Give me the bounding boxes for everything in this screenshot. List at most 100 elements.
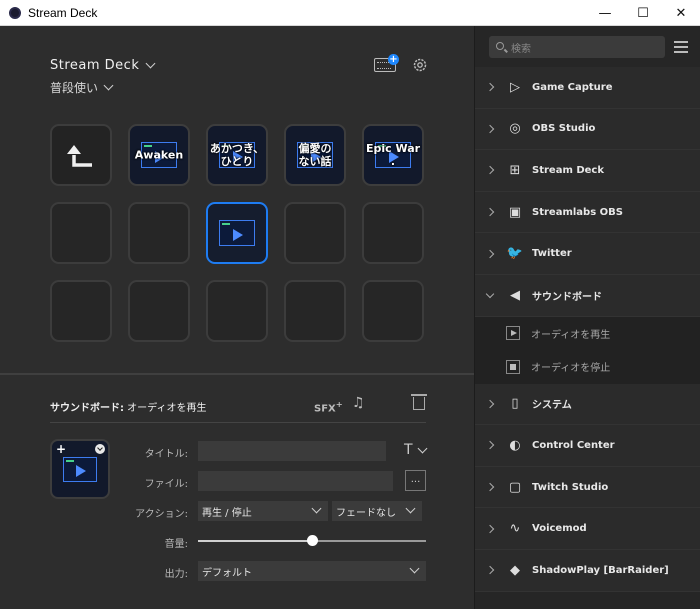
category-label: Streamlabs OBS: [532, 206, 623, 218]
canvas-area: Stream Deck 普段使い + Awaken あかつき、 ひとり 偏愛の ない…: [0, 26, 474, 373]
streamlabs-icon: ▣: [508, 204, 522, 220]
search-placeholder: 検索: [511, 44, 531, 55]
key-13[interactable]: [206, 280, 268, 342]
category-label: Voicemod: [532, 523, 587, 535]
action-select[interactable]: 再生 / 停止: [198, 501, 328, 521]
soundboard-icon: ◀: [510, 287, 520, 303]
search-icon: [496, 42, 504, 50]
maximize-button[interactable]: ☐: [624, 0, 662, 26]
key-5[interactable]: Epic War .: [362, 124, 424, 186]
game-capture-icon: ▷: [510, 79, 520, 95]
key-title: Epic War .: [365, 142, 421, 168]
category-label: Stream Deck: [532, 164, 605, 176]
key-grid: Awaken あかつき、 ひとり 偏愛の ない話 Epic War .: [50, 124, 424, 342]
chevron-down-icon[interactable]: [95, 444, 105, 454]
browse-button[interactable]: ...: [405, 470, 426, 491]
music-add-icon[interactable]: ♫: [352, 395, 365, 411]
search-input[interactable]: 検索: [489, 36, 665, 58]
profile-selector[interactable]: 普段使い: [50, 79, 114, 96]
file-input[interactable]: [198, 471, 393, 491]
category-twitter[interactable]: 🐦 Twitter: [475, 233, 700, 275]
stream-deck-icon: ⊞: [509, 162, 521, 178]
key-11[interactable]: [50, 280, 112, 342]
key-8[interactable]: [206, 202, 268, 264]
key-10[interactable]: [362, 202, 424, 264]
key-9[interactable]: [284, 202, 346, 264]
chevron-right-icon: [485, 249, 495, 258]
category-stream-deck[interactable]: ⊞ Stream Deck: [475, 150, 700, 192]
category-obs[interactable]: ◎ OBS Studio: [475, 108, 700, 151]
chevron-right-icon: [485, 441, 495, 450]
key-title: 偏愛の ない話: [298, 142, 332, 168]
action-item-label: オーディオを再生: [531, 329, 611, 341]
play-icon: [506, 326, 520, 341]
gear-icon[interactable]: [412, 57, 428, 73]
chevron-down-icon: [311, 503, 322, 514]
chevron-down-icon: [405, 503, 416, 514]
action-name: オーディオを再生: [124, 403, 207, 414]
category-game-capture[interactable]: ▷ Game Capture: [475, 67, 700, 109]
obs-icon: ◎: [509, 121, 521, 137]
key-12[interactable]: [128, 280, 190, 342]
category-shadowplay[interactable]: ◆ ShadowPlay [BarRaider]: [475, 549, 700, 592]
key-2[interactable]: Awaken: [128, 124, 190, 186]
action-preview-key[interactable]: +: [50, 439, 110, 499]
action-sidebar: 検索 ▷ Game Capture ◎ OBS Studio ⊞ Stream Deck ▣…: [474, 26, 700, 609]
key-1[interactable]: [50, 124, 112, 186]
action-item-stop[interactable]: オーディオを停止: [475, 350, 700, 384]
add-device-badge-icon: +: [388, 54, 399, 65]
action-item-play[interactable]: オーディオを再生: [475, 316, 700, 351]
device-selector[interactable]: Stream Deck: [50, 58, 156, 73]
twitch-icon: ▢: [508, 479, 522, 495]
chevron-down-icon: [417, 443, 428, 453]
volume-thumb[interactable]: [307, 535, 318, 546]
chevron-down-icon: [485, 289, 495, 299]
category-soundboard[interactable]: ◀ サウンドボード: [475, 274, 700, 317]
key-14[interactable]: [284, 280, 346, 342]
plus-icon[interactable]: +: [56, 442, 66, 456]
device-name: Stream Deck: [50, 58, 140, 73]
list-view-icon[interactable]: [674, 41, 688, 53]
key-title: あかつき、 ひとり: [209, 142, 265, 168]
fade-select[interactable]: フェードなし: [332, 501, 422, 521]
volume-slider[interactable]: [198, 535, 426, 546]
category-voicemod[interactable]: ∿ Voicemod: [475, 508, 700, 550]
property-inspector: サウンドボード: オーディオを再生 SFX+ ♫ + タイトル: T ファイル:…: [0, 373, 474, 609]
category-control-center[interactable]: ◐ Control Center: [475, 425, 700, 467]
category-list: ▷ Game Capture ◎ OBS Studio ⊞ Stream Deck ▣ Str…: [475, 67, 700, 592]
app-logo-icon: [9, 6, 21, 19]
profile-name: 普段使い: [50, 81, 99, 95]
key-15[interactable]: [362, 280, 424, 342]
category-twitch[interactable]: ▢ Twitch Studio: [475, 466, 700, 509]
chevron-down-icon: [145, 58, 156, 69]
category-streamlabs[interactable]: ▣ Streamlabs OBS: [475, 191, 700, 234]
video-icon: [219, 220, 255, 246]
trash-icon[interactable]: [411, 394, 427, 410]
category-label: OBS Studio: [532, 123, 596, 135]
system-icon: ▯: [511, 396, 519, 412]
key-7[interactable]: [128, 202, 190, 264]
close-button[interactable]: ✕: [662, 0, 700, 26]
back-arrow-icon: [67, 145, 92, 167]
chevron-right-icon: [485, 565, 495, 575]
category-label: サウンドボード: [532, 291, 602, 303]
output-select[interactable]: デフォルト: [198, 561, 426, 581]
video-icon: [63, 456, 97, 482]
category-system[interactable]: ▯ システム: [475, 383, 700, 426]
action-label: アクション:: [135, 509, 188, 520]
key-3[interactable]: あかつき、 ひとり: [206, 124, 268, 186]
stop-icon: [506, 359, 520, 374]
category-label: ShadowPlay [BarRaider]: [532, 564, 669, 576]
key-title: Awaken: [134, 148, 184, 162]
minimize-button[interactable]: —: [586, 0, 624, 26]
title-input[interactable]: [198, 441, 386, 461]
action-title: サウンドボード: オーディオを再生: [50, 399, 206, 414]
title-font-button[interactable]: T: [404, 442, 428, 458]
key-4[interactable]: 偏愛の ない話: [284, 124, 346, 186]
sfx-icon[interactable]: SFX+: [314, 399, 343, 414]
chevron-right-icon: [485, 482, 495, 492]
chevron-right-icon: [485, 524, 495, 533]
category-label: Control Center: [532, 439, 615, 451]
title-label: タイトル:: [144, 449, 188, 460]
key-6[interactable]: [50, 202, 112, 264]
